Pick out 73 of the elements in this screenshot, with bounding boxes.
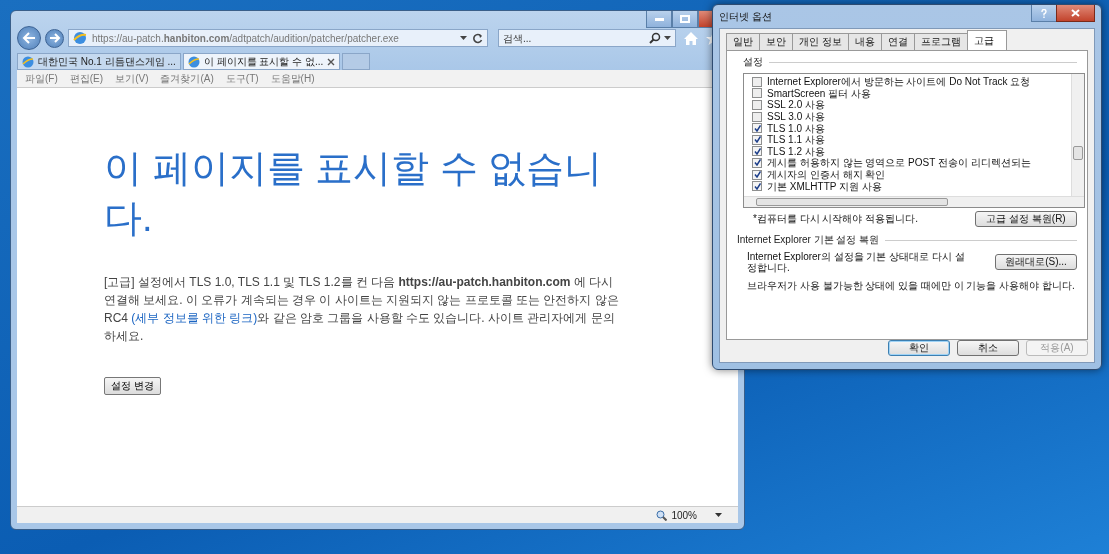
dialog-button[interactable]: 취소 [957,340,1019,356]
dialog-tab[interactable]: 보안 [759,33,793,50]
horizontal-scrollbar[interactable] [744,196,1084,207]
dialog-button[interactable]: 확인 [888,340,950,356]
globe-icon [187,55,200,68]
forward-button[interactable] [45,28,64,48]
error-heading: 이 페이지를 표시할 수 없습니다. [104,146,604,241]
globe-icon [73,31,87,45]
checkbox[interactable] [752,100,762,110]
setting-label: SSL 3.0 사용 [767,111,825,123]
vertical-scrollbar[interactable] [1071,74,1084,196]
change-settings-button[interactable]: 설정 변경 [104,377,161,395]
arrow-left-icon [22,32,36,44]
setting-label: 게시를 허용하지 않는 영역으로 POST 전송이 리디렉션되는 [767,157,1031,169]
menu-item[interactable]: 편집(E) [69,71,104,86]
minimize-icon [654,17,664,21]
checkbox[interactable] [752,146,762,157]
dialog-tab[interactable]: 연결 [880,33,915,50]
checkbox[interactable] [752,157,762,168]
browser-tab[interactable]: 이 페이지를 표시할 수 없... [182,53,341,70]
help-button[interactable] [1031,5,1057,22]
dialog-title: 인터넷 옵션 [719,9,772,24]
refresh-icon[interactable] [472,32,483,44]
maximize-button[interactable] [672,11,698,28]
maximize-icon [680,15,690,23]
dialog-tab[interactable]: 개인 정보 [792,33,849,50]
setting-label: TLS 1.1 사용 [767,134,825,146]
dropdown-icon[interactable] [460,36,467,40]
arrow-right-icon [48,33,61,43]
checkbox[interactable] [752,88,762,99]
setting-label: SSL 2.0 사용 [767,99,825,111]
setting-label: TLS 1.2 사용 [767,145,825,157]
close-button[interactable] [1056,5,1095,22]
menu-item[interactable]: 보기(V) [115,71,149,86]
dialog-tab[interactable]: 내용 [847,33,882,50]
menu-item[interactable]: 도움말(H) [270,71,315,86]
minimize-button[interactable] [646,11,672,28]
zoom-icon [656,509,668,521]
setting-label: TLS 1.0 사용 [767,122,825,134]
globe-icon [22,55,34,68]
menu-item[interactable]: 파일(F) [25,71,58,86]
error-message: [고급] 설정에서 TLS 1.0, TLS 1.1 및 TLS 1.2를 컨 다음 https://au-patch.hanbiton.com 에 다시 연결해 보세요. 이 오류가 계속되는 경우 이 사이트는 지원되지 않는 프로토콜 또는 안전하지 않은 RC4 (세부 정보를 위한 링크)와 같은 암호 그룹을 사용할 수도 있습니다. 사이트 관리자에게 문의하세요. [104,274,620,345]
zoom-level[interactable]: 100% [671,509,697,521]
checkbox[interactable] [752,111,762,122]
close-icon[interactable] [327,57,336,66]
browser-tab[interactable]: 대한민국 No.1 리듬댄스게임 ... [17,53,181,70]
checkbox[interactable] [752,76,762,87]
question-mark-icon [1041,8,1047,18]
close-icon [1071,9,1080,17]
restore-advanced-button[interactable]: 고급 설정 복원(R) [975,211,1077,227]
group-label: 설정 [743,55,763,69]
group-label: Internet Explorer 기본 설정 복원 [737,233,880,247]
restart-note: *컴퓨터를 다시 시작해야 적용됩니다. [753,212,918,226]
address-bar[interactable]: https://au-patch.hanbiton.com/adtpatch/audition/patcher/patcher.exe [68,29,488,47]
reset-description: Internet Explorer의 설정을 기본 상태대로 다시 설정합니다. [747,251,966,273]
checkbox[interactable] [752,169,762,180]
reset-button[interactable]: 원래대로(S)... [995,254,1077,270]
reset-warning: 브라우저가 사용 불가능한 상태에 있을 때에만 이 기능을 사용해야 합니다. [747,279,1076,292]
checkbox[interactable] [752,134,762,145]
details-link[interactable]: (세부 정보를 위한 링크) [131,311,258,325]
menu-item[interactable]: 즐겨찾기(A) [160,71,214,86]
setting-label: SmartScreen 필터 사용 [767,87,871,99]
setting-label: Internet Explorer에서 방문하는 사이트에 Do Not Track 요청 [767,76,1031,88]
dialog-tab[interactable]: 일반 [726,33,760,50]
dropdown-icon[interactable] [715,513,722,517]
dialog-tab[interactable]: 프로그램 [913,33,968,50]
setting-label: 기본 XMLHTTP 지원 사용 [767,180,882,192]
checkbox[interactable] [752,123,762,134]
setting-label: 게시자의 인증서 해지 확인 [767,169,886,181]
dialog-tab[interactable]: 고급 [966,30,1007,50]
menu-item[interactable]: 도구(T) [225,71,259,86]
checkbox[interactable] [752,181,762,192]
back-button[interactable] [17,26,41,50]
